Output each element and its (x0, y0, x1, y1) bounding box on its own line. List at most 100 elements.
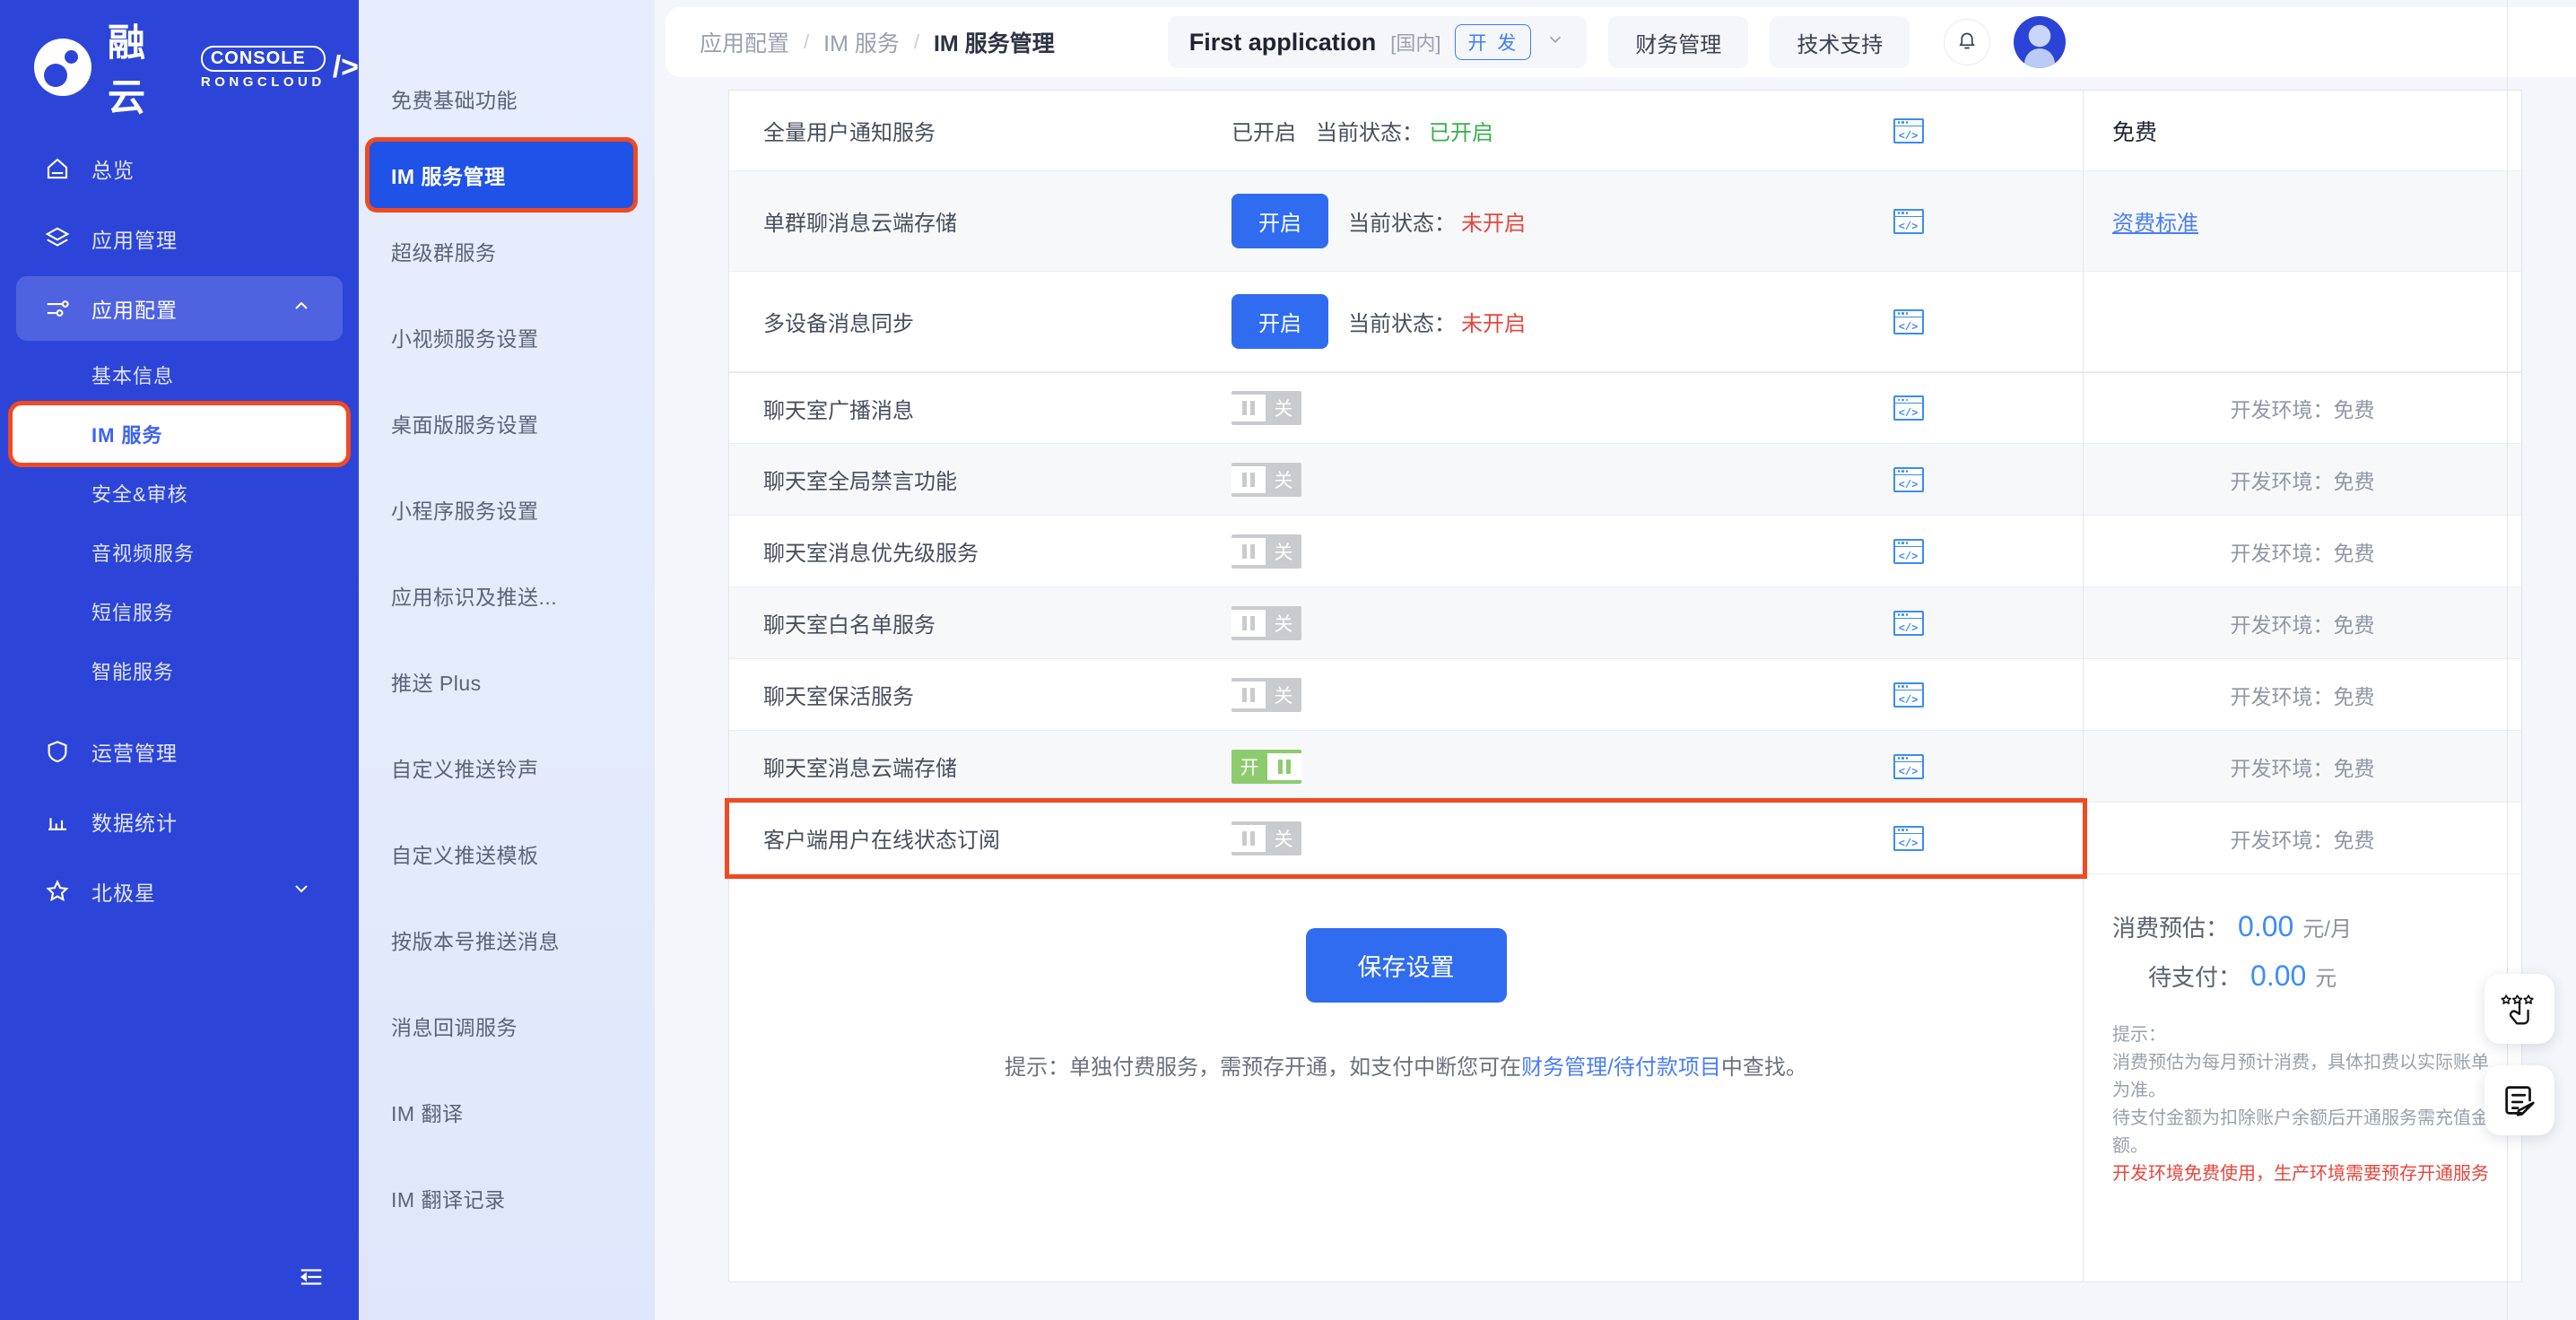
service-control: 已开启 当前状态： 已开启 (1231, 115, 1734, 146)
save-button[interactable]: 保存设置 (1305, 928, 1507, 1003)
service-table: 全量用户通知服务 已开启 当前状态： 已开启 </> 单群聊消息云端存储 开启 … (729, 91, 2084, 1281)
service-toggle[interactable]: 开 (1231, 749, 1301, 784)
submenu-label: 自定义推送铃声 (391, 758, 539, 781)
chevron-down-icon (291, 878, 312, 905)
support-button-label: 技术支持 (1797, 32, 1884, 57)
submenu-item-free-basic[interactable]: 免费基础功能 (359, 56, 655, 142)
price-value: 开发环境：免费 (2230, 828, 2375, 852)
table-row: 聊天室消息云端存储 开 </> (729, 731, 2083, 803)
code-slash-icon: /> (332, 49, 359, 84)
layers-icon (39, 225, 75, 252)
sidebar-item-overview[interactable]: 总览 (16, 136, 343, 201)
sidebar-item-sms-service[interactable]: 短信服务 (16, 583, 343, 640)
service-enabled-text: 已开启 (1231, 121, 1296, 145)
submenu-label: 应用标识及推送... (391, 586, 558, 609)
sidebar-item-av-service[interactable]: 音视频服务 (16, 524, 343, 581)
collapse-sidebar-icon[interactable] (296, 1264, 326, 1295)
service-name: 客户端用户在线状态订阅 (763, 829, 1000, 853)
breadcrumb-item-im-service[interactable]: IM 服务 (823, 26, 900, 58)
submenu-item-super-group[interactable]: 超级群服务 (359, 208, 655, 294)
api-doc-icon[interactable]: </> (1893, 466, 1924, 492)
service-toggle[interactable]: 关 (1231, 677, 1301, 712)
enable-service-button[interactable]: 开启 (1231, 194, 1328, 248)
service-toggle[interactable]: 关 (1231, 462, 1301, 497)
status-label: 当前状态： (1348, 312, 1456, 336)
api-doc-icon[interactable]: </> (1893, 208, 1924, 234)
brand-logo[interactable]: 融云 CONSOLE RONGCLOUD /> (0, 0, 359, 119)
primary-sidebar: 融云 CONSOLE RONGCLOUD /> 总览 应用管理 应用配置 基本信… (0, 0, 359, 1320)
sidebar-item-operations[interactable]: 运营管理 (16, 719, 343, 784)
service-toggle[interactable]: 关 (1231, 821, 1301, 855)
bell-icon[interactable] (1944, 19, 1991, 65)
breadcrumb: 应用配置 / IM 服务 / IM 服务管理 (700, 26, 1055, 58)
app-selector[interactable]: First application [国内] 开 发 (1167, 16, 1588, 68)
sidebar-item-polaris[interactable]: 北极星 (16, 859, 343, 924)
sidebar-item-app-config[interactable]: 应用配置 (16, 276, 343, 341)
pricing-row (2084, 272, 2521, 372)
submenu-item-im-service-management[interactable]: IM 服务管理 (370, 142, 633, 208)
payable-unit: 元 (2315, 967, 2337, 991)
feedback-edit-icon[interactable] (2485, 1065, 2554, 1135)
api-doc-icon[interactable]: </> (1893, 117, 1924, 143)
service-toggle[interactable]: 关 (1231, 391, 1301, 425)
submenu-label: 按版本号推送消息 (391, 930, 560, 953)
api-doc-icon[interactable]: </> (1893, 682, 1924, 708)
table-row: 聊天室白名单服务 关 </> (729, 587, 2083, 659)
table-row-highlighted: 客户端用户在线状态订阅 关 </> (729, 803, 2083, 874)
api-doc-icon[interactable]: </> (1893, 610, 1924, 636)
sidebar-item-app-management[interactable]: 应用管理 (16, 206, 343, 271)
submenu-item-push-by-version[interactable]: 按版本号推送消息 (359, 897, 655, 983)
toggle-label: 开 (1240, 757, 1259, 778)
rate-stars-hand-icon[interactable] (2485, 974, 2554, 1044)
service-control: 关 (1231, 677, 1734, 712)
breadcrumb-item-app-config[interactable]: 应用配置 (700, 26, 789, 58)
estimate-label: 消费预估： (2112, 915, 2230, 942)
pricing-row: 资费标准 (2084, 171, 2521, 272)
estimate-value: 0.00 (2238, 910, 2294, 942)
shield-icon (39, 738, 75, 765)
toggle-knob (1231, 465, 1266, 493)
toggle-label: 关 (1274, 399, 1293, 420)
finance-pending-link[interactable]: 财务管理/待付款项目 (1521, 1055, 1721, 1080)
submenu-item-short-video[interactable]: 小视频服务设置 (359, 294, 655, 380)
sidebar-nav: 总览 应用管理 应用配置 基本信息 IM 服务 安全&审核 音视频服务 短信服务… (0, 131, 359, 929)
service-toggle[interactable]: 关 (1231, 605, 1301, 640)
api-doc-icon[interactable]: </> (1893, 825, 1924, 851)
toggle-label: 关 (1274, 542, 1293, 563)
submenu-item-push-plus[interactable]: 推送 Plus (359, 638, 655, 725)
sidebar-item-ai-service[interactable]: 智能服务 (16, 642, 343, 699)
user-avatar-icon[interactable] (2014, 16, 2067, 68)
service-toggle[interactable]: 关 (1231, 534, 1301, 569)
submenu-item-custom-push-template[interactable]: 自定义推送模板 (359, 811, 655, 897)
pricing-row: 开发环境：免费 (2084, 587, 2521, 659)
main-area: 应用配置 / IM 服务 / IM 服务管理 First application… (655, 0, 2576, 1320)
api-doc-icon[interactable]: </> (1893, 753, 1924, 779)
pricing-row: 开发环境：免费 (2084, 516, 2521, 587)
toggle-knob (1231, 395, 1266, 421)
finance-management-button[interactable]: 财务管理 (1608, 16, 1749, 68)
submenu-label: 超级群服务 (391, 241, 497, 265)
submenu-item-im-translate[interactable]: IM 翻译 (359, 1069, 655, 1155)
submenu-item-miniprogram[interactable]: 小程序服务设置 (359, 466, 655, 552)
submenu-item-message-callback[interactable]: 消息回调服务 (359, 983, 655, 1069)
floating-actions (2485, 974, 2554, 1135)
submenu-label: 小视频服务设置 (391, 327, 539, 351)
sidebar-item-security-audit[interactable]: 安全&审核 (16, 465, 343, 522)
sidebar-item-label: 应用管理 (91, 229, 178, 252)
sidebar-item-im-service[interactable]: IM 服务 (13, 405, 346, 463)
submenu-item-custom-ringtone[interactable]: 自定义推送铃声 (359, 725, 655, 811)
sidebar-item-statistics[interactable]: 数据统计 (16, 789, 343, 854)
star-icon (39, 878, 75, 905)
api-doc-icon[interactable]: </> (1893, 538, 1924, 564)
tech-support-button[interactable]: 技术支持 (1770, 16, 1910, 68)
toggle-label: 关 (1274, 470, 1293, 491)
enable-service-button[interactable]: 开启 (1231, 294, 1328, 349)
pricing-standard-link[interactable]: 资费标准 (2112, 205, 2198, 237)
submenu-item-desktop[interactable]: 桌面版服务设置 (359, 380, 655, 466)
sidebar-item-basic-info[interactable]: 基本信息 (16, 346, 343, 404)
api-doc-icon[interactable]: </> (1893, 308, 1924, 334)
submenu-item-app-id-push[interactable]: 应用标识及推送... (359, 552, 655, 638)
table-row: 聊天室消息优先级服务 关 </> (729, 516, 2083, 587)
submenu-item-im-translate-log[interactable]: IM 翻译记录 (359, 1155, 655, 1241)
api-doc-icon[interactable]: </> (1893, 395, 1924, 421)
